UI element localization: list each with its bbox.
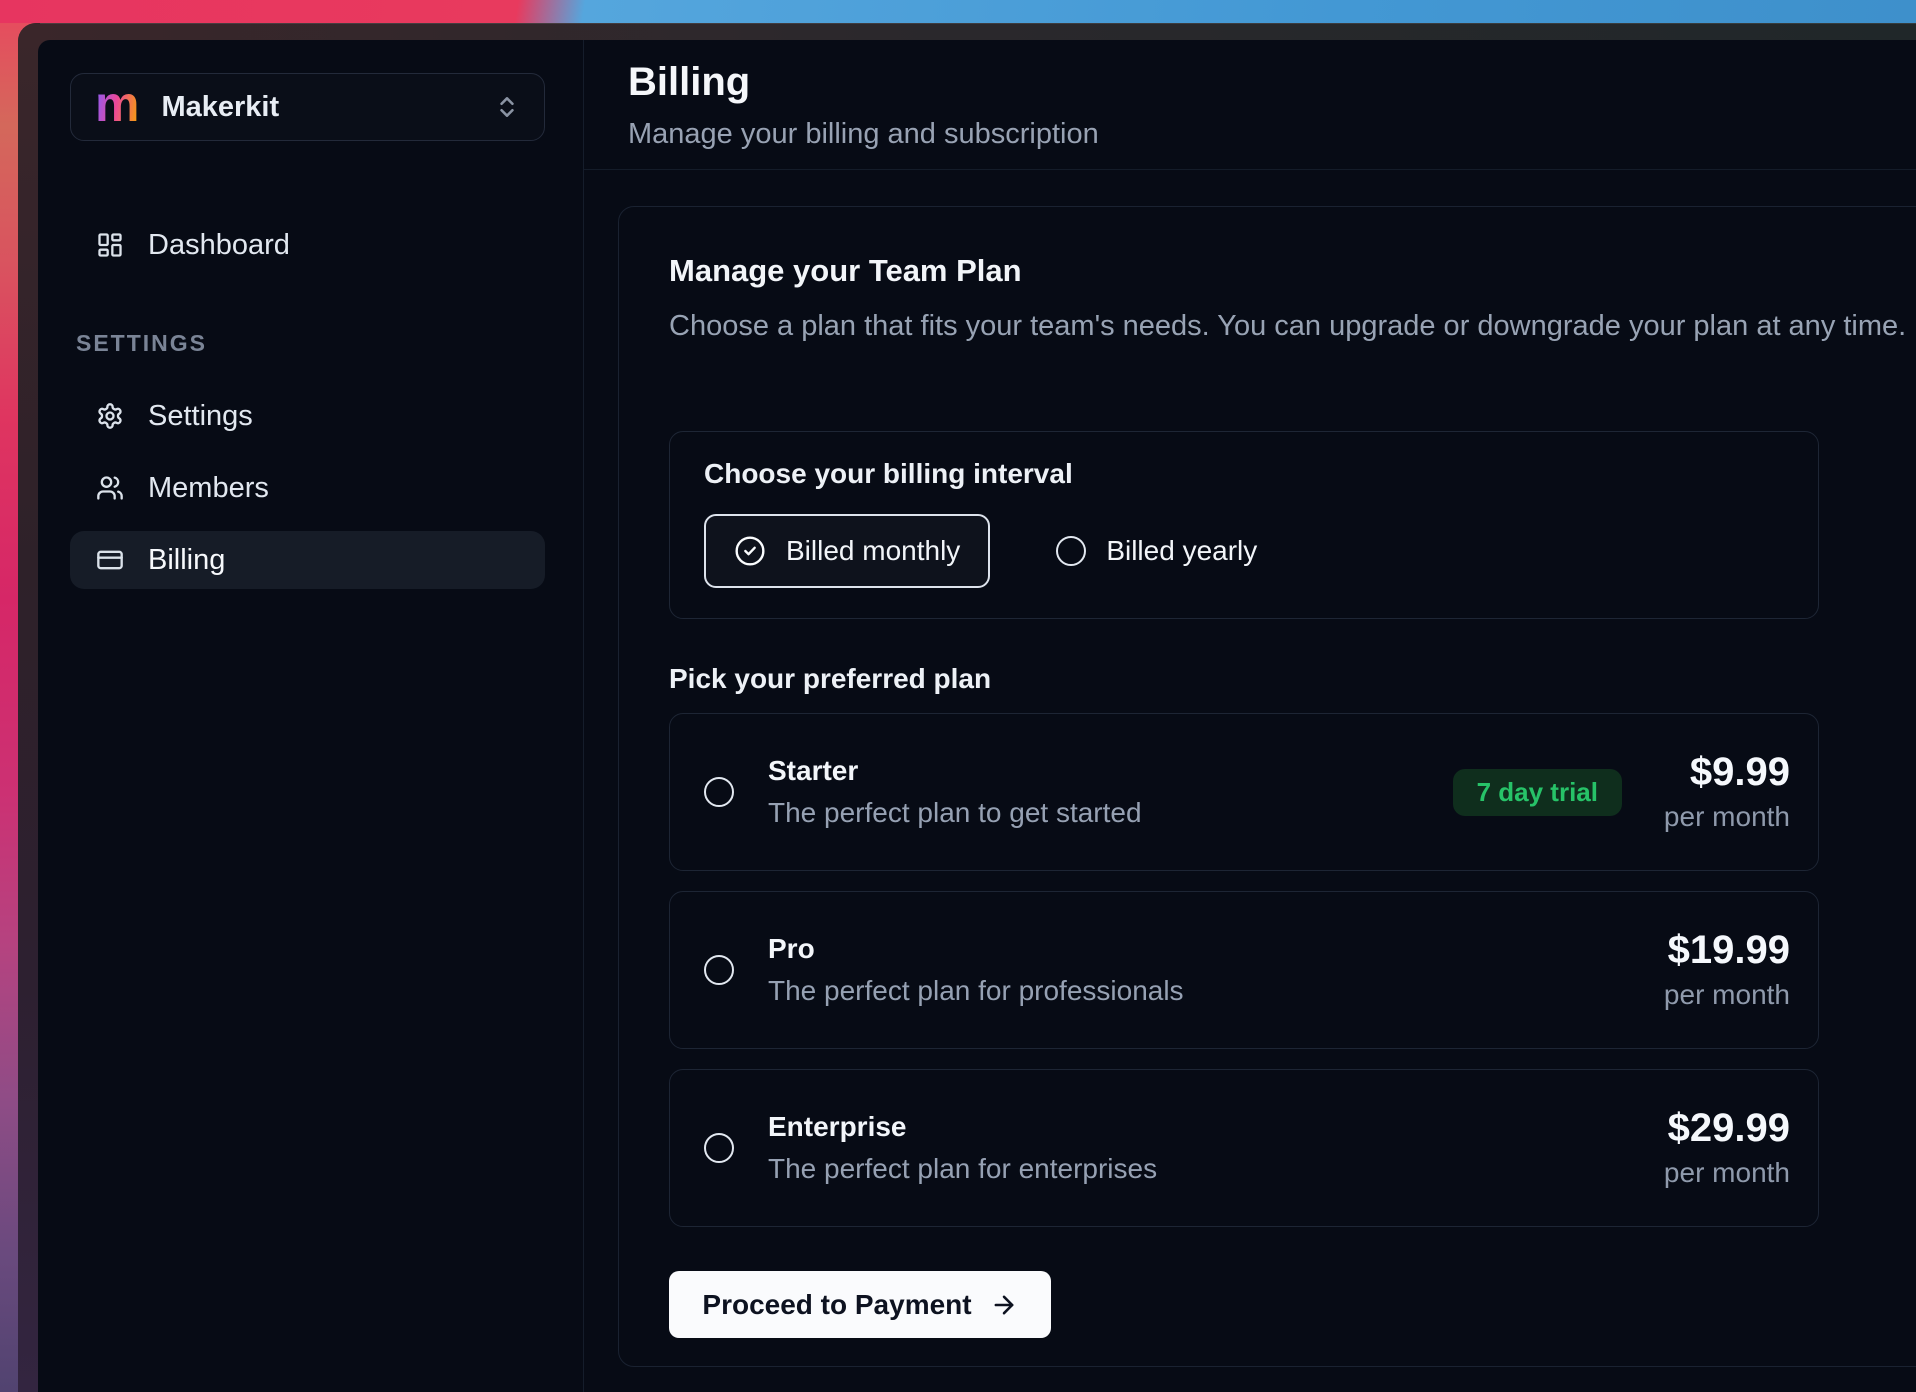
card-title: Manage your Team Plan <box>669 251 1916 291</box>
gear-icon <box>96 402 124 430</box>
plan-description: The perfect plan for enterprises <box>768 1153 1157 1185</box>
sidebar-item-label: Billing <box>148 544 225 577</box>
trial-badge: 7 day trial <box>1453 769 1622 816</box>
users-icon <box>96 474 124 502</box>
sidebar: m Makerkit <box>38 40 583 1392</box>
plan-text: Enterprise The perfect plan for enterpri… <box>768 1111 1157 1185</box>
billing-interval-label: Choose your billing interval <box>704 458 1784 490</box>
plan-row-starter[interactable]: Starter The perfect plan to get started … <box>669 713 1819 871</box>
proceed-to-payment-label: Proceed to Payment <box>702 1289 971 1321</box>
desktop-screen: m Makerkit <box>0 0 1916 1392</box>
sidebar-item-label: Settings <box>148 400 253 433</box>
plan-list: Starter The perfect plan to get started … <box>669 713 1819 1227</box>
workspace-selector[interactable]: m Makerkit <box>70 73 545 141</box>
radio-icon <box>1056 536 1086 566</box>
page-title: Billing <box>628 56 1916 108</box>
sidebar-item-billing[interactable]: Billing <box>70 531 545 589</box>
plan-text: Pro The perfect plan for professionals <box>768 933 1184 1007</box>
billing-interval-options: Billed monthly Billed yearly <box>704 514 1784 588</box>
radio-icon[interactable] <box>704 955 734 985</box>
nav-spacer <box>70 517 545 531</box>
billing-interval-box: Choose your billing interval Billed mont… <box>669 431 1819 619</box>
plan-price-block: $19.99 per month <box>1640 928 1790 1012</box>
plan-row-pro[interactable]: Pro The perfect plan for professionals $… <box>669 891 1819 1049</box>
team-plan-card: Manage your Team Plan Choose a plan that… <box>618 206 1916 1367</box>
makerkit-logo: m <box>95 79 139 129</box>
window-frame-left <box>18 23 40 1392</box>
plan-name: Enterprise <box>768 1111 1157 1143</box>
page-subtitle: Manage your billing and subscription <box>628 116 1916 152</box>
app-content: m Makerkit <box>38 40 1916 1392</box>
sidebar-item-settings[interactable]: Settings <box>70 387 545 445</box>
dashboard-icon <box>96 231 124 259</box>
plan-period: per month <box>1640 978 1790 1012</box>
option-label: Billed yearly <box>1106 535 1257 567</box>
plan-description: The perfect plan for professionals <box>768 975 1184 1007</box>
card-description: Choose a plan that fits your team's need… <box>669 307 1916 345</box>
plan-price: $19.99 <box>1640 928 1790 972</box>
plan-period: per month <box>1640 800 1790 834</box>
sidebar-item-label: Members <box>148 472 269 505</box>
arrow-right-icon <box>990 1291 1018 1319</box>
radio-icon[interactable] <box>704 777 734 807</box>
plan-name: Pro <box>768 933 1184 965</box>
sidebar-item-members[interactable]: Members <box>70 459 545 517</box>
check-circle-icon <box>734 535 766 567</box>
nav-spacer <box>70 445 545 459</box>
workspace-name: Makerkit <box>161 91 279 124</box>
main-content: Billing Manage your billing and subscrip… <box>584 40 1916 1392</box>
plan-text: Starter The perfect plan to get started <box>768 755 1142 829</box>
chevrons-up-down-icon <box>494 94 520 120</box>
plan-price: $9.99 <box>1640 750 1790 794</box>
option-billed-monthly[interactable]: Billed monthly <box>704 514 990 588</box>
plan-price-block: $9.99 per month <box>1640 750 1790 834</box>
sidebar-item-label: Dashboard <box>148 229 290 262</box>
page-header: Billing Manage your billing and subscrip… <box>584 40 1916 170</box>
credit-card-icon <box>96 546 124 574</box>
sidebar-nav: Dashboard SETTINGS Settings <box>70 216 545 589</box>
plan-row-enterprise[interactable]: Enterprise The perfect plan for enterpri… <box>669 1069 1819 1227</box>
radio-icon[interactable] <box>704 1133 734 1163</box>
app-window: m Makerkit <box>18 23 1916 1392</box>
option-label: Billed monthly <box>786 535 960 567</box>
plan-name: Starter <box>768 755 1142 787</box>
wallpaper-top-strip <box>0 0 1916 23</box>
option-billed-yearly[interactable]: Billed yearly <box>1056 535 1257 567</box>
proceed-to-payment-button[interactable]: Proceed to Payment <box>669 1271 1051 1338</box>
plan-price-block: $29.99 per month <box>1640 1106 1790 1190</box>
plan-period: per month <box>1640 1156 1790 1190</box>
plan-price: $29.99 <box>1640 1106 1790 1150</box>
plans-label: Pick your preferred plan <box>669 663 1916 695</box>
plan-description: The perfect plan to get started <box>768 797 1142 829</box>
sidebar-section-label: SETTINGS <box>76 330 545 357</box>
sidebar-item-dashboard[interactable]: Dashboard <box>70 216 545 274</box>
